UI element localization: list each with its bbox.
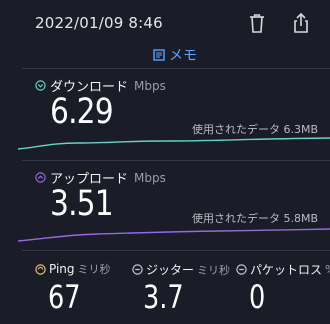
share-icon[interactable] [292,12,310,34]
ping-label: Ping ミリ秒 [35,261,111,277]
divider [22,250,330,251]
memo-button[interactable]: メモ [153,45,197,65]
ping-value: 67 [48,278,81,316]
ping-icon [35,263,46,275]
upload-unit: Mbps [134,170,166,185]
upload-graph [18,228,330,242]
upload-value: 3.51 [50,184,114,224]
divider [22,160,330,161]
packet-loss-value: 0 [249,278,266,316]
jitter-icon [132,264,143,275]
packet-loss-unit: % [325,263,330,276]
jitter-label-text: ジッター [146,263,195,277]
packet-loss-icon [236,264,247,275]
memo-label: メモ [169,48,197,64]
packet-loss-label: パケットロス % [236,261,330,278]
ping-label-text: Ping [49,262,75,276]
download-value: 6.29 [50,92,114,132]
test-datetime: 2022/01/09 8:46 [35,14,163,32]
trash-icon[interactable] [248,12,266,34]
jitter-unit: ミリ秒 [197,263,231,277]
ping-unit: ミリ秒 [77,263,111,276]
jitter-value: 3.7 [143,278,184,316]
memo-icon [153,49,165,61]
packet-loss-label-text: パケットロス [250,263,323,277]
download-graph [18,137,330,150]
upload-icon [35,172,46,183]
divider [22,68,330,69]
jitter-label: ジッター ミリ秒 [132,261,230,278]
download-unit: Mbps [134,78,166,93]
header: 2022/01/09 8:46 メモ [0,0,330,68]
download-icon [35,80,46,91]
